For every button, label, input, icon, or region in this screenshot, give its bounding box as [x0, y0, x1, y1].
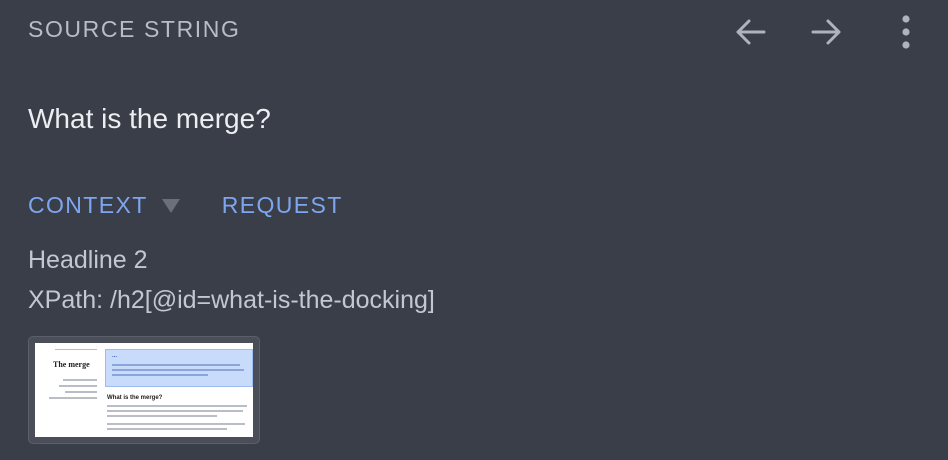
forward-button[interactable] — [805, 10, 849, 54]
caret-down-icon[interactable] — [161, 198, 180, 213]
more-options-button[interactable] — [884, 10, 928, 54]
tab-context[interactable]: CONTEXT — [28, 192, 148, 219]
source-string-text: What is the merge? — [28, 103, 271, 134]
context-screenshot-thumbnail[interactable]: The merge ... What is the merge? — [28, 336, 260, 444]
back-button[interactable] — [728, 10, 772, 54]
thumbnail-section-title: What is the merge? — [107, 395, 163, 401]
arrow-left-icon — [732, 14, 768, 50]
more-vertical-icon — [900, 14, 912, 50]
arrow-right-icon — [809, 14, 845, 50]
source-string-panel: SOURCE STRING What is the merge? CONTEXT… — [0, 0, 948, 460]
context-xpath: XPath: /h2[@id=what-is-the-docking] — [28, 286, 435, 314]
thumbnail-page-title: The merge — [53, 360, 90, 369]
thumbnail-highlighted-element: ... — [105, 349, 253, 387]
thumbnail-sidebar: The merge — [35, 343, 101, 437]
thumbnail-page-preview: The merge ... What is the merge? — [35, 343, 253, 437]
tab-request[interactable]: REQUEST — [222, 192, 343, 219]
panel-title: SOURCE STRING — [28, 16, 241, 42]
context-element-type: Headline 2 — [28, 246, 148, 274]
context-tabs: CONTEXT REQUEST — [28, 192, 343, 219]
thumbnail-highlight-title: ... — [112, 353, 118, 359]
